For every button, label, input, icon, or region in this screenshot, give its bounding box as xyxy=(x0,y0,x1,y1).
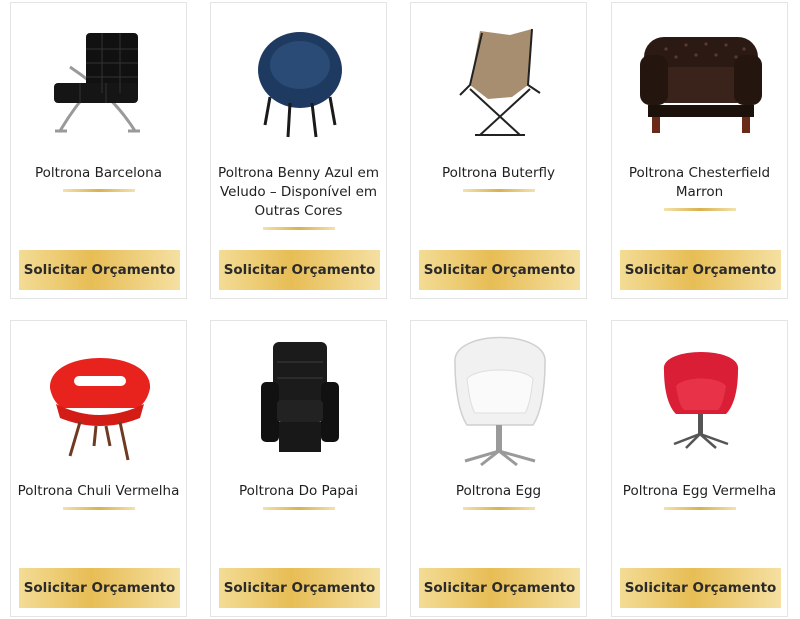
product-name[interactable]: Poltrona Buterfly xyxy=(417,164,580,183)
request-quote-button[interactable]: Solicitar Orçamento xyxy=(219,568,380,608)
barcelona-chair-icon xyxy=(53,33,140,133)
product-image[interactable] xyxy=(612,13,789,151)
product-title[interactable]: Poltrona Chesterfield Marron xyxy=(618,164,781,211)
product-name[interactable]: Poltrona Chesterfield Marron xyxy=(618,164,781,202)
product-name[interactable]: Poltrona Barcelona xyxy=(17,164,180,183)
request-quote-button[interactable]: Solicitar Orçamento xyxy=(620,568,781,608)
title-divider xyxy=(663,208,736,211)
product-title[interactable]: Poltrona Do Papai xyxy=(217,482,380,510)
product-card[interactable]: Poltrona Egg Solicitar Orçamento xyxy=(410,320,587,617)
product-image[interactable] xyxy=(211,13,388,151)
request-quote-button[interactable]: Solicitar Orçamento xyxy=(620,250,781,290)
product-title[interactable]: Poltrona Buterfly xyxy=(417,164,580,192)
product-card[interactable]: Poltrona Chesterfield Marron Solicitar O… xyxy=(611,2,788,299)
product-title[interactable]: Poltrona Chuli Vermelha xyxy=(17,482,180,510)
product-name[interactable]: Poltrona Egg Vermelha xyxy=(618,482,781,501)
request-quote-button[interactable]: Solicitar Orçamento xyxy=(419,568,580,608)
title-divider xyxy=(62,189,135,192)
product-image[interactable] xyxy=(211,331,388,469)
product-title[interactable]: Poltrona Egg xyxy=(417,482,580,510)
product-image[interactable] xyxy=(411,13,588,151)
papai-recliner-icon xyxy=(260,341,339,452)
request-quote-button[interactable]: Solicitar Orçamento xyxy=(19,568,180,608)
product-title[interactable]: Poltrona Barcelona xyxy=(17,164,180,192)
egg-chair-white-icon xyxy=(453,336,546,466)
title-divider xyxy=(663,507,736,510)
product-grid: Poltrona Barcelona Solicitar Orçamento P… xyxy=(0,0,800,619)
title-divider xyxy=(62,507,135,510)
product-image[interactable] xyxy=(411,331,588,469)
title-divider xyxy=(462,507,535,510)
chuli-chair-icon xyxy=(49,357,150,460)
product-card[interactable]: Poltrona Barcelona Solicitar Orçamento xyxy=(10,2,187,299)
title-divider xyxy=(462,189,535,192)
request-quote-button[interactable]: Solicitar Orçamento xyxy=(419,250,580,290)
product-name[interactable]: Poltrona Do Papai xyxy=(217,482,380,501)
product-name[interactable]: Poltrona Benny Azul em Veludo – Disponív… xyxy=(217,164,380,221)
product-name[interactable]: Poltrona Egg xyxy=(417,482,580,501)
product-image[interactable] xyxy=(11,13,188,151)
product-card[interactable]: Poltrona Do Papai Solicitar Orçamento xyxy=(210,320,387,617)
title-divider xyxy=(262,227,335,230)
chesterfield-chair-icon xyxy=(639,37,762,133)
product-name[interactable]: Poltrona Chuli Vermelha xyxy=(17,482,180,501)
product-card[interactable]: Poltrona Buterfly Solicitar Orçamento xyxy=(410,2,587,299)
product-image[interactable] xyxy=(612,331,789,469)
title-divider xyxy=(262,507,335,510)
benny-chair-icon xyxy=(257,31,342,137)
product-title[interactable]: Poltrona Benny Azul em Veludo – Disponív… xyxy=(217,164,380,230)
product-card[interactable]: Poltrona Benny Azul em Veludo – Disponív… xyxy=(210,2,387,299)
product-card[interactable]: Poltrona Egg Vermelha Solicitar Orçament… xyxy=(611,320,788,617)
butterfly-chair-icon xyxy=(458,28,541,136)
request-quote-button[interactable]: Solicitar Orçamento xyxy=(19,250,180,290)
product-image[interactable] xyxy=(11,331,188,469)
product-title[interactable]: Poltrona Egg Vermelha xyxy=(618,482,781,510)
product-card[interactable]: Poltrona Chuli Vermelha Solicitar Orçame… xyxy=(10,320,187,617)
request-quote-button[interactable]: Solicitar Orçamento xyxy=(219,250,380,290)
egg-chair-red-icon xyxy=(663,352,738,449)
